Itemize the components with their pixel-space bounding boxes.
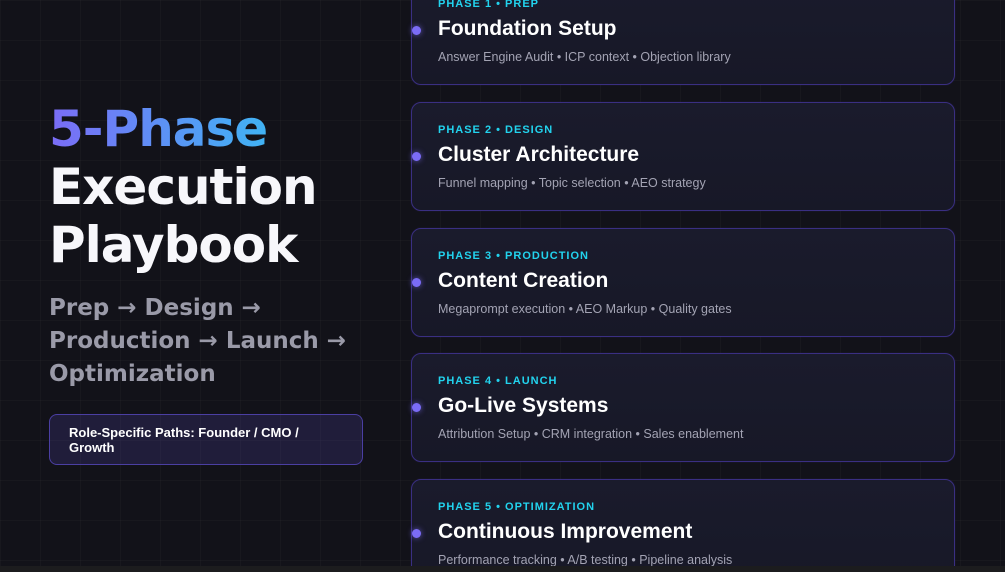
phase-detail: Megaprompt execution • AEO Markup • Qual… bbox=[438, 302, 732, 316]
phase-card-1: PHASE 1 • PREP Foundation Setup Answer E… bbox=[411, 0, 955, 85]
timeline-dot-icon bbox=[411, 403, 421, 412]
phase-label: PHASE 1 • PREP bbox=[438, 0, 539, 10]
phase-title: Go-Live Systems bbox=[438, 394, 609, 417]
timeline-dot-icon bbox=[411, 152, 421, 161]
phase-detail: Performance tracking • A/B testing • Pip… bbox=[438, 553, 733, 567]
page-title: 5-Phase Execution Playbook bbox=[49, 100, 379, 274]
phase-detail: Funnel mapping • Topic selection • AEO s… bbox=[438, 176, 706, 190]
phase-label: PHASE 3 • PRODUCTION bbox=[438, 250, 589, 262]
title-line-3: Playbook bbox=[49, 216, 298, 274]
role-paths-badge: Role-Specific Paths: Founder / CMO / Gro… bbox=[49, 414, 363, 465]
phase-label: PHASE 5 • OPTIMIZATION bbox=[438, 501, 596, 513]
phase-label: PHASE 4 • LAUNCH bbox=[438, 375, 558, 387]
hero-section: 5-Phase Execution Playbook Prep → Design… bbox=[49, 100, 379, 391]
timeline-dot-icon bbox=[411, 278, 421, 287]
title-accent: 5-Phase bbox=[49, 100, 379, 158]
bottom-edge-bar bbox=[0, 566, 1005, 572]
phase-title: Content Creation bbox=[438, 269, 609, 292]
phase-flow-subtitle: Prep → Design → Production → Launch → Op… bbox=[49, 295, 347, 387]
phase-card-3: PHASE 3 • PRODUCTION Content Creation Me… bbox=[411, 228, 955, 337]
phase-card-5: PHASE 5 • OPTIMIZATION Continuous Improv… bbox=[411, 479, 955, 572]
phase-detail: Attribution Setup • CRM integration • Sa… bbox=[438, 427, 744, 441]
phase-title: Continuous Improvement bbox=[438, 520, 693, 543]
phase-label: PHASE 2 • DESIGN bbox=[438, 124, 554, 136]
title-line-2: Execution bbox=[49, 158, 318, 216]
timeline-dot-icon bbox=[411, 26, 421, 35]
phase-card-4: PHASE 4 • LAUNCH Go-Live Systems Attribu… bbox=[411, 353, 955, 462]
phase-title: Foundation Setup bbox=[438, 17, 617, 40]
phase-card-2: PHASE 2 • DESIGN Cluster Architecture Fu… bbox=[411, 102, 955, 211]
timeline-dot-icon bbox=[411, 529, 421, 538]
phase-title: Cluster Architecture bbox=[438, 143, 640, 166]
phase-detail: Answer Engine Audit • ICP context • Obje… bbox=[438, 50, 731, 64]
